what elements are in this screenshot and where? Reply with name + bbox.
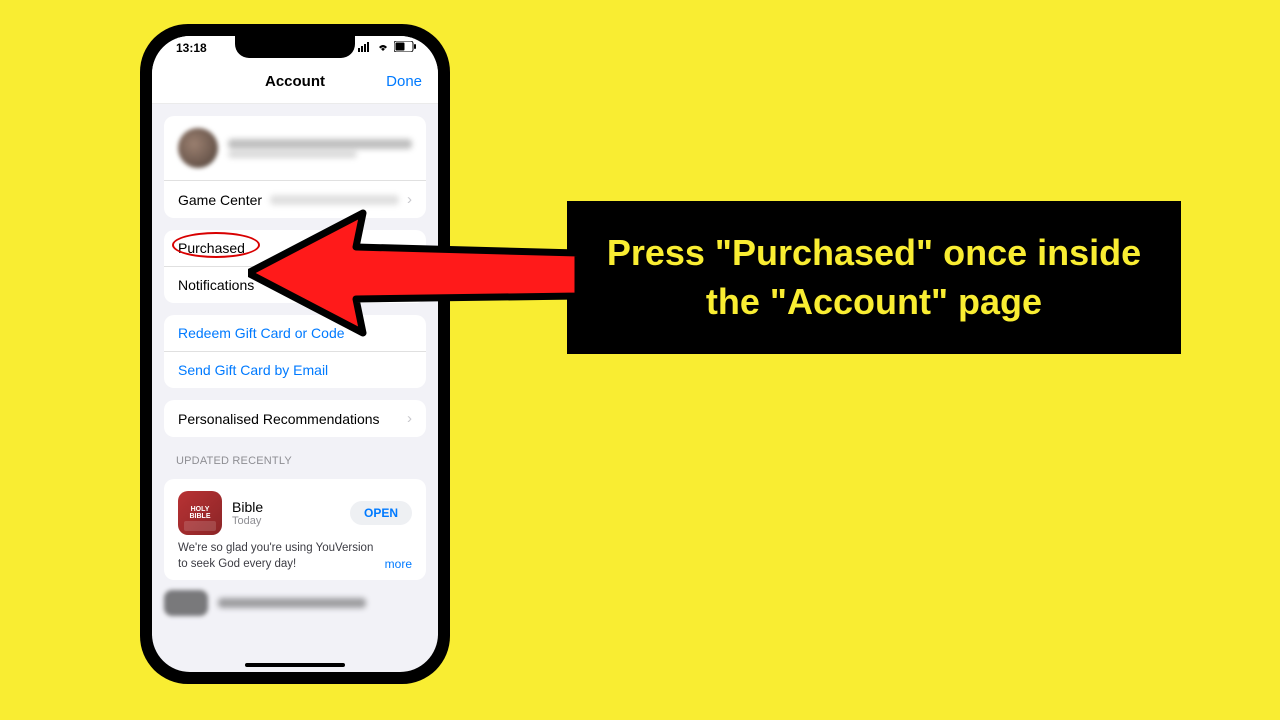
- wifi-icon: [376, 41, 390, 55]
- status-right: 51: [358, 41, 416, 55]
- app-icon-text1: HOLY: [191, 506, 210, 513]
- notifications-label: Notifications: [178, 277, 254, 293]
- nav-bar: Account Done: [152, 60, 438, 104]
- send-gift-label: Send Gift Card by Email: [178, 362, 328, 378]
- app-row[interactable]: HOLY BIBLE Bible Today OPEN We're so gla…: [164, 479, 426, 580]
- done-button[interactable]: Done: [386, 73, 422, 90]
- account-content[interactable]: Game Center › Purchased Notifications Re…: [152, 104, 438, 672]
- app-name: Bible: [232, 499, 340, 515]
- phone-frame: 13:18 51 Account Done: [140, 24, 450, 684]
- avatar: [178, 128, 218, 168]
- profile-text: [228, 139, 412, 158]
- personalised-label: Personalised Recommendations: [178, 411, 380, 427]
- profile-row[interactable]: [164, 116, 426, 180]
- svg-text:51: 51: [405, 45, 413, 52]
- app-description: We're so glad you're using YouVersion to…: [178, 541, 377, 572]
- blurred-text: [218, 598, 366, 608]
- profile-name-blurred: [228, 139, 412, 149]
- more-link[interactable]: more: [385, 556, 412, 572]
- page-title: Account: [265, 73, 325, 90]
- next-app-blurred: [164, 590, 426, 616]
- home-indicator[interactable]: [245, 663, 345, 667]
- instruction-box: Press "Purchased" once inside the "Accou…: [567, 201, 1181, 354]
- app-subtitle: Today: [232, 515, 340, 527]
- app-icon-text2: BIBLE: [190, 513, 211, 520]
- signal-icon: [358, 41, 372, 55]
- phone-notch: [235, 36, 355, 58]
- personalised-section: Personalised Recommendations ›: [164, 400, 426, 437]
- updated-recently-header: Updated Recently: [176, 455, 414, 467]
- send-gift-row[interactable]: Send Gift Card by Email: [164, 351, 426, 388]
- app-icon: HOLY BIBLE: [178, 491, 222, 535]
- chevron-right-icon: ›: [407, 410, 412, 427]
- purchased-label: Purchased: [178, 240, 245, 256]
- pointer-arrow: [248, 198, 578, 348]
- phone-screen: 13:18 51 Account Done: [152, 36, 438, 672]
- open-button[interactable]: OPEN: [350, 501, 412, 525]
- updated-app-section: HOLY BIBLE Bible Today OPEN We're so gla…: [164, 479, 426, 580]
- status-time: 13:18: [176, 41, 207, 55]
- profile-email-blurred: [228, 151, 357, 158]
- battery-icon: 51: [394, 41, 416, 55]
- blurred-icon: [164, 590, 208, 616]
- personalised-row[interactable]: Personalised Recommendations ›: [164, 400, 426, 437]
